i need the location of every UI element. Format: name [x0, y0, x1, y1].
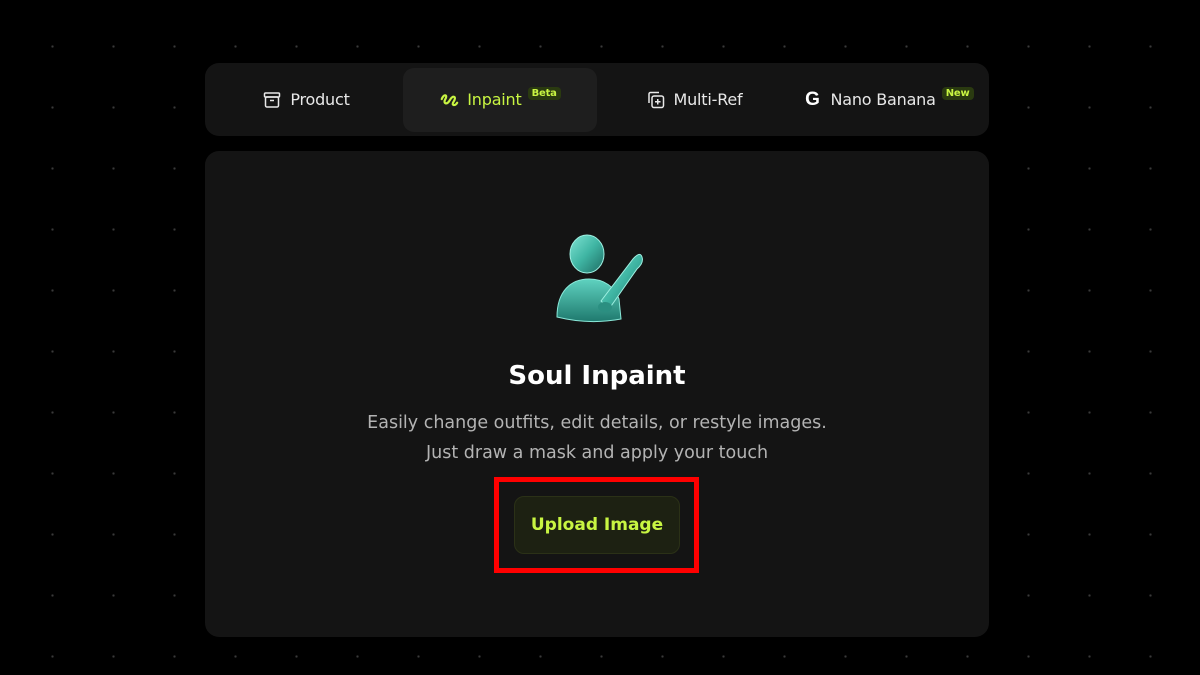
tab-multi-ref-label: Multi-Ref [673, 90, 743, 109]
tab-multi-ref[interactable]: Multi-Ref [597, 68, 791, 132]
mode-tabbar: Product Inpaint Beta Multi-Ref G Nano Ba… [205, 63, 989, 136]
description-line-1: Easily change outfits, edit details, or … [367, 413, 827, 433]
tab-inpaint-label: Inpaint [467, 90, 522, 109]
tab-nano-banana[interactable]: G Nano Banana New [791, 68, 985, 132]
google-g-icon: G [805, 88, 820, 110]
panel-description: Easily change outfits, edit details, or … [205, 408, 989, 468]
description-line-2: Just draw a mask and apply your touch [425, 443, 769, 463]
highlight-box [494, 477, 699, 573]
panel-title: Soul Inpaint [508, 361, 686, 391]
archive-box-icon [262, 90, 282, 110]
person-brush-icon [549, 229, 649, 329]
new-badge: New [941, 87, 974, 100]
tab-nano-banana-label: Nano Banana [830, 90, 936, 109]
tab-product[interactable]: Product [209, 68, 403, 132]
tab-inpaint[interactable]: Inpaint Beta [403, 67, 597, 132]
squiggle-icon [439, 90, 459, 110]
tab-product-label: Product [290, 90, 350, 109]
layers-plus-icon [646, 90, 666, 110]
beta-badge: Beta [527, 87, 561, 100]
